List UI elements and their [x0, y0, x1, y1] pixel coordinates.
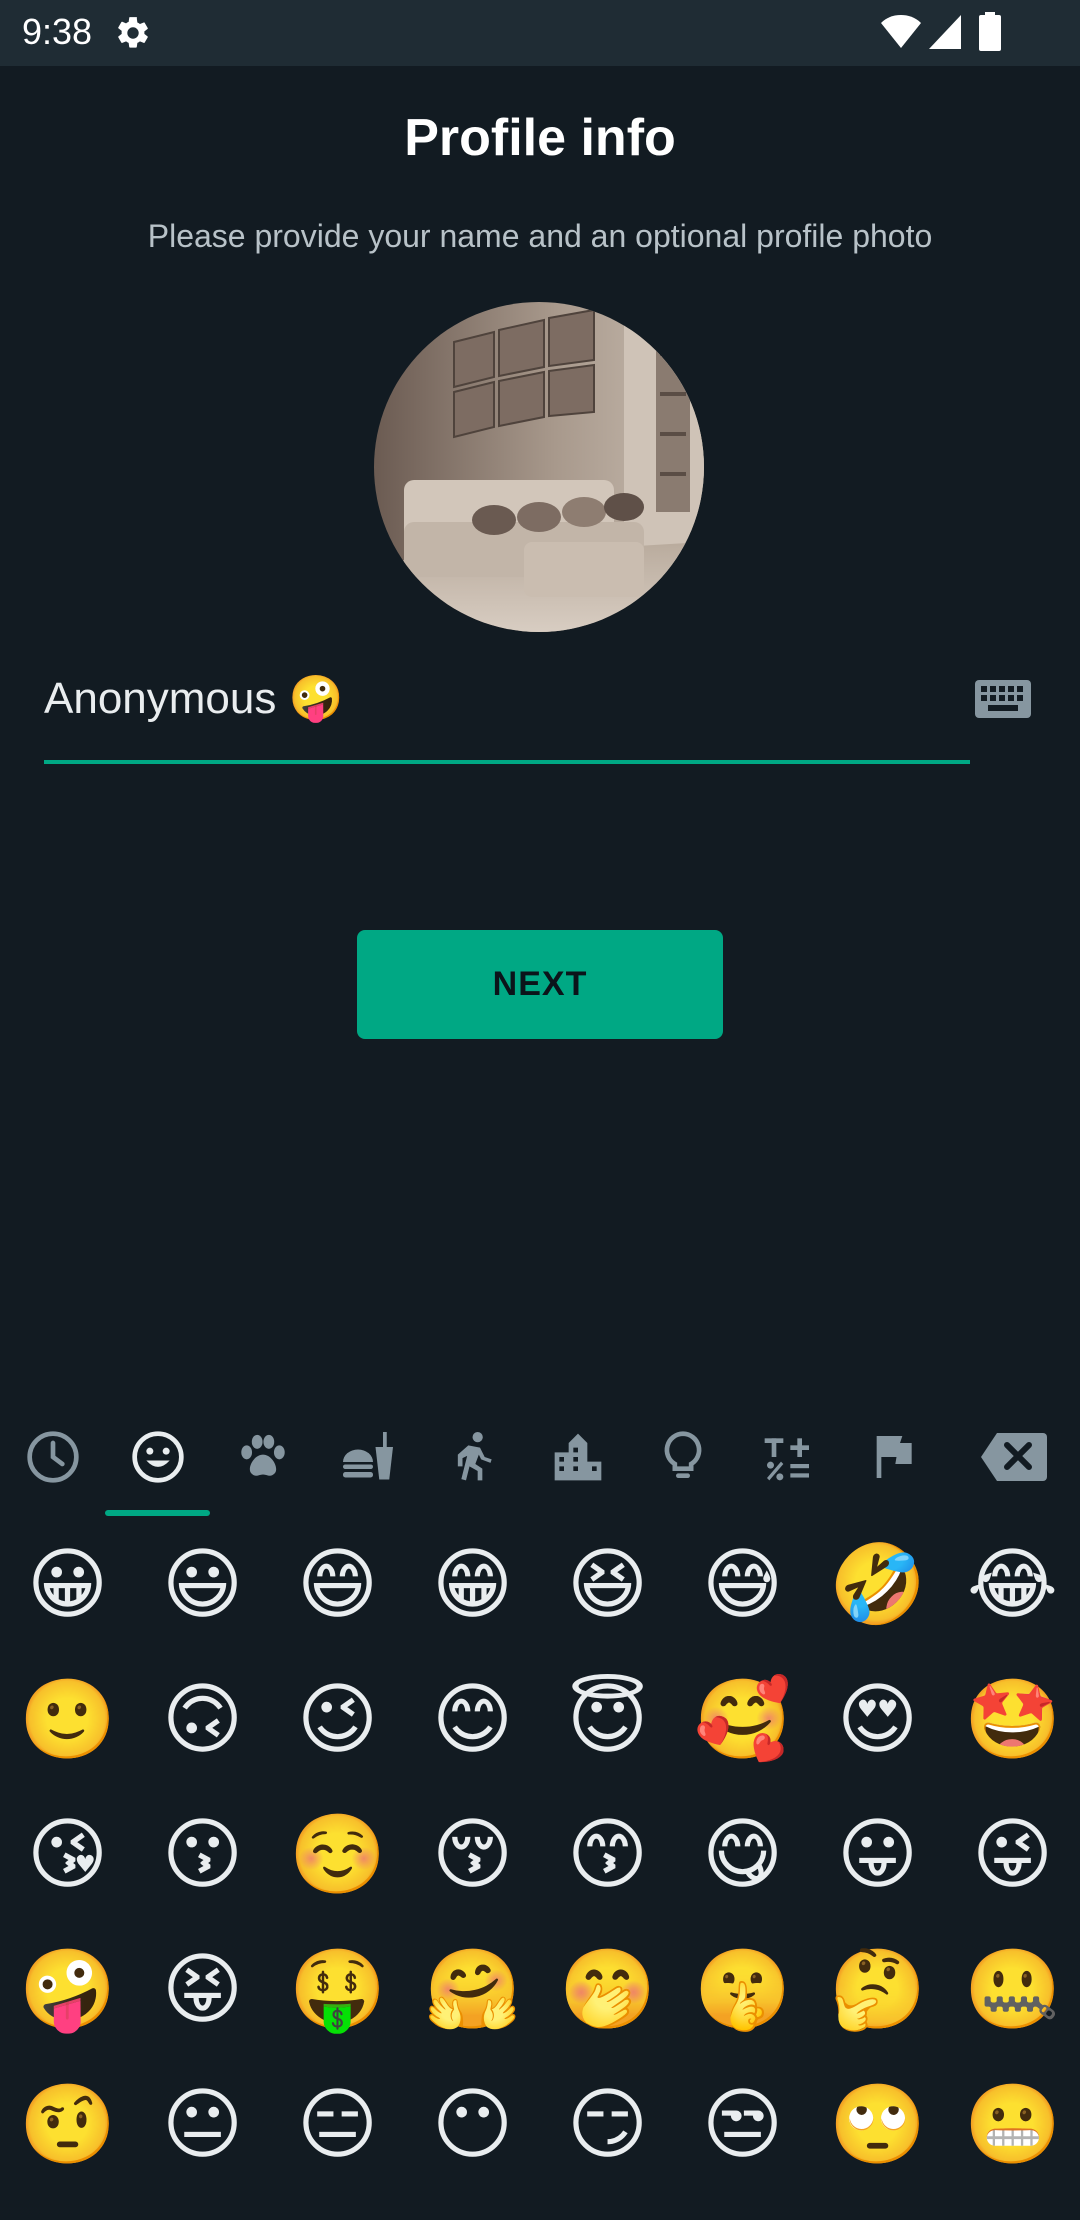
- emoji-button[interactable]: 😒: [675, 2056, 810, 2191]
- page-title: Profile info: [404, 109, 676, 167]
- name-input[interactable]: Anonymous 🤪: [44, 660, 970, 764]
- emoji-button[interactable]: 🤗: [405, 1921, 540, 2056]
- emoji-button[interactable]: 😀: [0, 1516, 135, 1651]
- emoji-button[interactable]: 😶: [405, 2056, 540, 2191]
- animals-icon: [241, 1434, 285, 1476]
- emoji-button[interactable]: 😆: [540, 1516, 675, 1651]
- emoji-button[interactable]: 😗: [135, 1786, 270, 1921]
- emoji-button[interactable]: 🤩: [945, 1651, 1080, 1786]
- emoji-grid: 😀 😃 😄 😁 😆 😅 🤣 😂 🙂 🙃 😉 😊 😇 🥰 😍 🤩 😘 😗 ☺️ 😚…: [0, 1516, 1080, 2220]
- emoji-button[interactable]: 🤭: [540, 1921, 675, 2056]
- backspace-button[interactable]: [978, 1422, 1050, 1492]
- tab-flags[interactable]: [858, 1422, 928, 1492]
- emoji-button[interactable]: 😃: [135, 1516, 270, 1651]
- emoji-row: 🤨 😐 😑 😶 😏 😒 🙄 😬: [0, 2056, 1080, 2191]
- travel-icon: [554, 1433, 602, 1481]
- emoji-button[interactable]: 😑: [270, 2056, 405, 2191]
- backspace-icon: [981, 1433, 1047, 1481]
- status-time: 9:38: [22, 11, 93, 52]
- emoji-button[interactable]: 😘: [0, 1786, 135, 1921]
- flags-icon: [876, 1436, 912, 1478]
- emoji-row: 😘 😗 ☺️ 😚 😙 😋 😛 😜: [0, 1786, 1080, 1921]
- smileys-icon: [132, 1431, 184, 1483]
- keyboard-icon[interactable]: [974, 678, 1032, 720]
- gear-icon: [118, 17, 148, 48]
- tab-food[interactable]: [333, 1422, 403, 1492]
- tab-animals[interactable]: [228, 1422, 298, 1492]
- emoji-button[interactable]: 😁: [405, 1516, 540, 1651]
- emoji-button[interactable]: 🤣: [810, 1516, 945, 1651]
- next-button[interactable]: NEXT: [357, 930, 723, 1039]
- emoji-button[interactable]: 😜: [945, 1786, 1080, 1921]
- signal-icon: [929, 15, 961, 49]
- symbols-icon: [764, 1438, 809, 1481]
- emoji-button[interactable]: 🤫: [675, 1921, 810, 2056]
- emoji-button[interactable]: 🥰: [675, 1651, 810, 1786]
- emoji-button[interactable]: 😛: [810, 1786, 945, 1921]
- emoji-row: 😀 😃 😄 😁 😆 😅 🤣 😂: [0, 1516, 1080, 1651]
- emoji-button[interactable]: 🤪: [0, 1921, 135, 2056]
- emoji-button[interactable]: 🙃: [135, 1651, 270, 1786]
- emoji-button[interactable]: 😉: [270, 1651, 405, 1786]
- emoji-button[interactable]: 😐: [135, 2056, 270, 2191]
- emoji-button[interactable]: 😙: [540, 1786, 675, 1921]
- battery-icon: [979, 12, 1001, 51]
- tab-smileys[interactable]: [123, 1422, 193, 1492]
- emoji-button[interactable]: 😄: [270, 1516, 405, 1651]
- tab-objects[interactable]: [648, 1422, 718, 1492]
- emoji-row: 🙂 🙃 😉 😊 😇 🥰 😍 🤩: [0, 1651, 1080, 1786]
- emoji-button[interactable]: 😬: [945, 2056, 1080, 2191]
- emoji-button[interactable]: 😅: [675, 1516, 810, 1651]
- emoji-button[interactable]: 🙂: [0, 1651, 135, 1786]
- activity-icon: [457, 1432, 492, 1481]
- page-subtitle: Please provide your name and an optional…: [147, 218, 933, 254]
- emoji-button[interactable]: 😏: [540, 2056, 675, 2191]
- emoji-category-tabs: [0, 1400, 1080, 1516]
- emoji-button[interactable]: 😇: [540, 1651, 675, 1786]
- name-input-value: Anonymous 🤪: [44, 674, 344, 723]
- living-room-photo: [374, 302, 704, 632]
- emoji-button[interactable]: 🤐: [945, 1921, 1080, 2056]
- emoji-button[interactable]: ☺️: [270, 1786, 405, 1921]
- objects-icon: [664, 1431, 702, 1478]
- emoji-row: 🤪 😝 🤑 🤗 🤭 🤫 🤔 🤐: [0, 1921, 1080, 2056]
- emoji-button[interactable]: 🙄: [810, 2056, 945, 2191]
- food-icon: [343, 1432, 393, 1480]
- tab-symbols[interactable]: [753, 1422, 823, 1492]
- profile-photo[interactable]: [374, 302, 704, 632]
- emoji-button[interactable]: 😚: [405, 1786, 540, 1921]
- tab-travel[interactable]: [543, 1422, 613, 1492]
- emoji-button[interactable]: 🤔: [810, 1921, 945, 2056]
- emoji-button[interactable]: 😂: [945, 1516, 1080, 1651]
- emoji-button[interactable]: 😊: [405, 1651, 540, 1786]
- recent-icon: [27, 1431, 79, 1483]
- emoji-button[interactable]: 🤨: [0, 2056, 135, 2191]
- status-bar: 9:38: [0, 0, 1080, 66]
- tab-recent[interactable]: [18, 1422, 88, 1492]
- emoji-button[interactable]: 😋: [675, 1786, 810, 1921]
- wifi-icon: [881, 15, 921, 48]
- emoji-button[interactable]: 😍: [810, 1651, 945, 1786]
- emoji-button[interactable]: 🤑: [270, 1921, 405, 2056]
- emoji-button[interactable]: 😝: [135, 1921, 270, 2056]
- tab-activity[interactable]: [438, 1422, 508, 1492]
